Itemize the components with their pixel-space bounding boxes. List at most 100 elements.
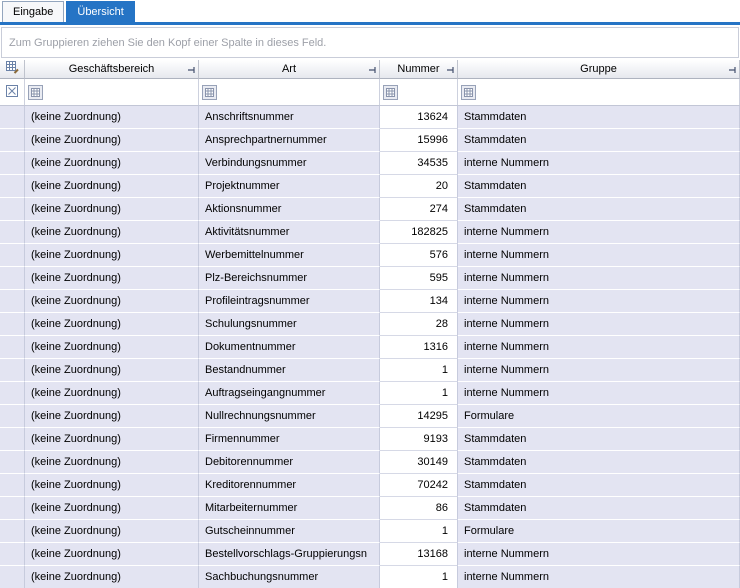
filter-input-art[interactable] [220, 82, 379, 102]
table-row[interactable]: (keine Zuordnung) Kreditorennummer 70242… [0, 474, 740, 497]
cell-art[interactable]: Bestandnummer [199, 359, 380, 382]
cell-gruppe[interactable]: Stammdaten [458, 106, 740, 129]
cell-nummer[interactable]: 595 [380, 267, 458, 290]
cell-art[interactable]: Gutscheinnummer [199, 520, 380, 543]
cell-gruppe[interactable]: interne Nummern [458, 244, 740, 267]
group-by-panel[interactable]: Zum Gruppieren ziehen Sie den Kopf einer… [1, 27, 739, 58]
column-header-nummer[interactable]: Nummer [380, 60, 458, 79]
cell-gruppe[interactable]: Stammdaten [458, 175, 740, 198]
cell-geschaeftsbereich[interactable]: (keine Zuordnung) [25, 497, 199, 520]
cell-art[interactable]: Schulungsnummer [199, 313, 380, 336]
row-indicator-cell[interactable] [0, 267, 25, 290]
cell-geschaeftsbereich[interactable]: (keine Zuordnung) [25, 198, 199, 221]
cell-geschaeftsbereich[interactable]: (keine Zuordnung) [25, 566, 199, 588]
row-indicator-cell[interactable] [0, 474, 25, 497]
cell-nummer[interactable]: 20 [380, 175, 458, 198]
filter-condition-button[interactable] [28, 85, 43, 100]
row-indicator-cell[interactable] [0, 543, 25, 566]
cell-gruppe[interactable]: interne Nummern [458, 152, 740, 175]
row-indicator-cell[interactable] [0, 405, 25, 428]
row-indicator-cell[interactable] [0, 290, 25, 313]
cell-geschaeftsbereich[interactable]: (keine Zuordnung) [25, 129, 199, 152]
table-row[interactable]: (keine Zuordnung) Projektnummer 20 Stamm… [0, 175, 740, 198]
cell-gruppe[interactable]: Stammdaten [458, 497, 740, 520]
table-row[interactable]: (keine Zuordnung) Werbemittelnummer 576 … [0, 244, 740, 267]
table-row[interactable]: (keine Zuordnung) Ansprechpartnernummer … [0, 129, 740, 152]
row-indicator-cell[interactable] [0, 152, 25, 175]
cell-gruppe[interactable]: interne Nummern [458, 543, 740, 566]
filter-condition-button[interactable] [202, 85, 217, 100]
cell-art[interactable]: Profileintragsnummer [199, 290, 380, 313]
table-row[interactable]: (keine Zuordnung) Profileintragsnummer 1… [0, 290, 740, 313]
cell-geschaeftsbereich[interactable]: (keine Zuordnung) [25, 520, 199, 543]
cell-gruppe[interactable]: interne Nummern [458, 267, 740, 290]
cell-geschaeftsbereich[interactable]: (keine Zuordnung) [25, 543, 199, 566]
row-indicator-cell[interactable] [0, 520, 25, 543]
cell-geschaeftsbereich[interactable]: (keine Zuordnung) [25, 405, 199, 428]
row-indicator-cell[interactable] [0, 566, 25, 588]
cell-nummer[interactable]: 86 [380, 497, 458, 520]
cell-art[interactable]: Kreditorennummer [199, 474, 380, 497]
cell-art[interactable]: Verbindungsnummer [199, 152, 380, 175]
table-row[interactable]: (keine Zuordnung) Gutscheinnummer 1 Form… [0, 520, 740, 543]
column-pin-icon[interactable] [188, 65, 196, 77]
cell-art[interactable]: Aktivitätsnummer [199, 221, 380, 244]
cell-nummer[interactable]: 1316 [380, 336, 458, 359]
cell-geschaeftsbereich[interactable]: (keine Zuordnung) [25, 152, 199, 175]
cell-nummer[interactable]: 1 [380, 382, 458, 405]
cell-geschaeftsbereich[interactable]: (keine Zuordnung) [25, 175, 199, 198]
cell-geschaeftsbereich[interactable]: (keine Zuordnung) [25, 474, 199, 497]
row-indicator-cell[interactable] [0, 451, 25, 474]
filter-input-nummer[interactable] [401, 82, 457, 102]
column-pin-icon[interactable] [729, 65, 737, 77]
cell-nummer[interactable]: 182825 [380, 221, 458, 244]
tab-uebersicht[interactable]: Übersicht [66, 1, 134, 22]
row-indicator-cell[interactable] [0, 221, 25, 244]
table-row[interactable]: (keine Zuordnung) Auftragseingangnummer … [0, 382, 740, 405]
cell-geschaeftsbereich[interactable]: (keine Zuordnung) [25, 244, 199, 267]
cell-art[interactable]: Firmennummer [199, 428, 380, 451]
column-pin-icon[interactable] [447, 65, 455, 77]
row-indicator-cell[interactable] [0, 175, 25, 198]
row-indicator-cell[interactable] [0, 129, 25, 152]
cell-art[interactable]: Debitorennummer [199, 451, 380, 474]
cell-art[interactable]: Sachbuchungsnummer [199, 566, 380, 588]
cell-geschaeftsbereich[interactable]: (keine Zuordnung) [25, 106, 199, 129]
row-indicator-cell[interactable] [0, 313, 25, 336]
cell-gruppe[interactable]: Stammdaten [458, 129, 740, 152]
cell-nummer[interactable]: 70242 [380, 474, 458, 497]
table-row[interactable]: (keine Zuordnung) Mitarbeiternummer 86 S… [0, 497, 740, 520]
cell-nummer[interactable]: 274 [380, 198, 458, 221]
cell-gruppe[interactable]: Formulare [458, 520, 740, 543]
cell-gruppe[interactable]: interne Nummern [458, 290, 740, 313]
cell-nummer[interactable]: 1 [380, 566, 458, 588]
cell-gruppe[interactable]: Formulare [458, 405, 740, 428]
cell-geschaeftsbereich[interactable]: (keine Zuordnung) [25, 221, 199, 244]
cell-art[interactable]: Projektnummer [199, 175, 380, 198]
cell-gruppe[interactable]: interne Nummern [458, 313, 740, 336]
cell-gruppe[interactable]: Stammdaten [458, 451, 740, 474]
cell-nummer[interactable]: 9193 [380, 428, 458, 451]
cell-gruppe[interactable]: Stammdaten [458, 474, 740, 497]
cell-nummer[interactable]: 13624 [380, 106, 458, 129]
table-row[interactable]: (keine Zuordnung) Firmennummer 9193 Stam… [0, 428, 740, 451]
filter-condition-button[interactable] [383, 85, 398, 100]
cell-nummer[interactable]: 15996 [380, 129, 458, 152]
row-indicator-cell[interactable] [0, 244, 25, 267]
row-indicator-cell[interactable] [0, 428, 25, 451]
cell-art[interactable]: Aktionsnummer [199, 198, 380, 221]
cell-nummer[interactable]: 30149 [380, 451, 458, 474]
cell-nummer[interactable]: 1 [380, 520, 458, 543]
cell-nummer[interactable]: 34535 [380, 152, 458, 175]
cell-nummer[interactable]: 13168 [380, 543, 458, 566]
cell-gruppe[interactable]: Stammdaten [458, 198, 740, 221]
table-row[interactable]: (keine Zuordnung) Sachbuchungsnummer 1 i… [0, 566, 740, 588]
cell-art[interactable]: Nullrechnungsnummer [199, 405, 380, 428]
cell-gruppe[interactable]: Stammdaten [458, 428, 740, 451]
cell-art[interactable]: Bestellvorschlags-Gruppierungsn [199, 543, 380, 566]
cell-art[interactable]: Plz-Bereichsnummer [199, 267, 380, 290]
column-pin-icon[interactable] [369, 65, 377, 77]
table-row[interactable]: (keine Zuordnung) Verbindungsnummer 3453… [0, 152, 740, 175]
cell-gruppe[interactable]: interne Nummern [458, 382, 740, 405]
row-indicator-cell[interactable] [0, 359, 25, 382]
